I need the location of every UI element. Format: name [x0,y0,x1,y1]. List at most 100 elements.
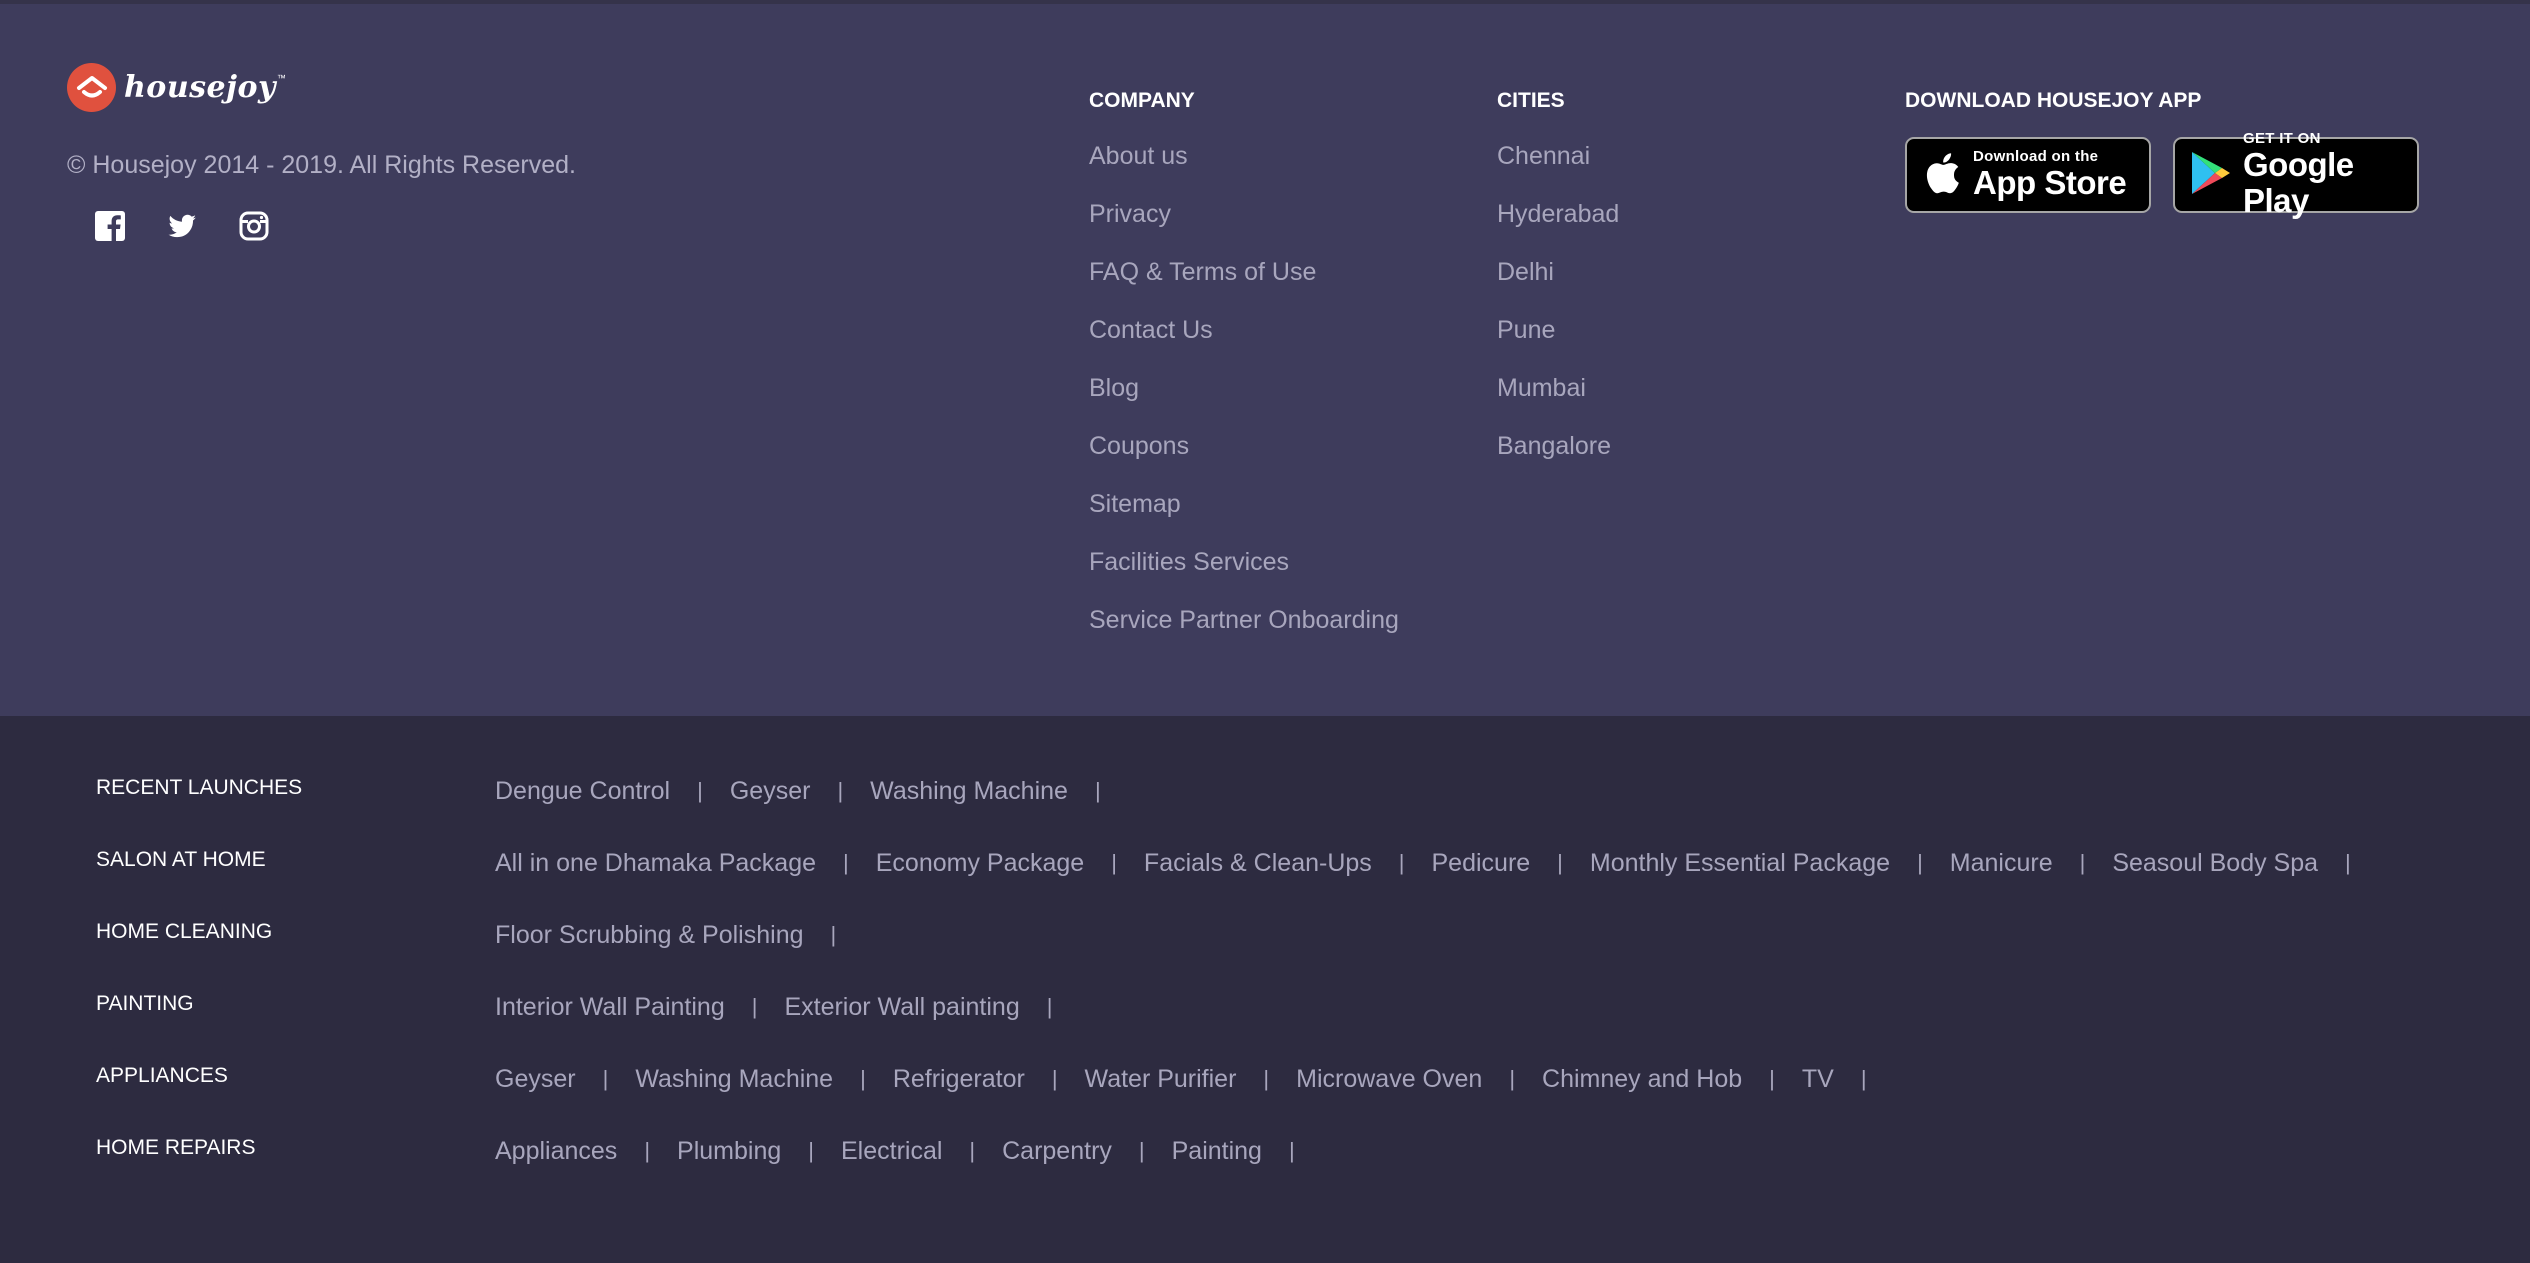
company-link-facilities-services[interactable]: Facilities Services [1089,547,1399,605]
service-link-chimney-and-hob[interactable]: Chimney and Hob [1542,1064,1742,1094]
twitter-icon[interactable] [166,210,198,242]
service-link-electrical[interactable]: Electrical [841,1136,942,1166]
separator: | [1051,1066,1058,1091]
company-heading: COMPANY [1089,89,1195,112]
separator: | [602,1066,609,1091]
company-link-coupons[interactable]: Coupons [1089,431,1399,489]
company-link-about-us[interactable]: About us [1089,141,1399,199]
brand-logo[interactable]: housejoy ™ [67,63,286,112]
service-link-economy-package[interactable]: Economy Package [876,848,1084,878]
category-links: Floor Scrubbing & Polishing | [495,920,863,950]
service-link-geyser[interactable]: Geyser [730,776,811,806]
google-play-icon [2189,150,2231,201]
separator: | [697,778,703,803]
service-link-facials-and-clean-ups[interactable]: Facials & Clean-Ups [1144,848,1372,878]
company-link-blog[interactable]: Blog [1089,373,1399,431]
separator: | [808,1138,814,1163]
trademark: ™ [276,72,286,83]
company-links: About us Privacy FAQ & Terms of Use Cont… [1089,141,1399,663]
category-links: Geyser | Washing Machine | Refrigerator | Wate… [495,1064,1894,1094]
separator: | [1263,1066,1270,1091]
service-link-painting[interactable]: Painting [1172,1136,1262,1166]
google-play-label: GET IT ON Google Play [2243,131,2417,219]
service-link-dengue-control[interactable]: Dengue Control [495,776,670,806]
separator: | [751,994,758,1019]
city-link-pune[interactable]: Pune [1497,315,1619,373]
service-link-monthly-essential-package[interactable]: Monthly Essential Package [1590,848,1890,878]
service-link-plumbing[interactable]: Plumbing [677,1136,781,1166]
service-link-all-in-one-dhamaka-package[interactable]: All in one Dhamaka Package [495,848,816,878]
separator: | [1557,850,1563,875]
category-links: Appliances | Plumbing | Electrical | Carpentry… [495,1136,1322,1166]
service-link-seasoul-body-spa[interactable]: Seasoul Body Spa [2112,848,2318,878]
app-download-heading: DOWNLOAD HOUSEJOY APP [1905,89,2202,112]
service-link-refrigerator[interactable]: Refrigerator [893,1064,1025,1094]
separator: | [1769,1066,1775,1091]
housejoy-logo-icon [67,63,116,112]
city-link-chennai[interactable]: Chennai [1497,141,1619,199]
city-link-delhi[interactable]: Delhi [1497,257,1619,315]
service-link-microwave-oven[interactable]: Microwave Oven [1296,1064,1482,1094]
service-link-interior-wall-painting[interactable]: Interior Wall Painting [495,992,725,1022]
category-links: All in one Dhamaka Package | Economy Packa… [495,848,2378,878]
footer-categories [0,716,2530,1263]
separator: | [837,778,844,803]
separator: | [1111,850,1117,875]
app-download-column: DOWNLOAD HOUSEJOY APP Download on the Ap… [1905,88,2419,219]
service-link-floor-scrubbing-and-polishing[interactable]: Floor Scrubbing & Polishing [495,920,804,950]
company-link-sitemap[interactable]: Sitemap [1089,489,1399,547]
service-link-pedicure[interactable]: Pedicure [1432,848,1531,878]
facebook-icon[interactable] [94,210,126,242]
app-store-small-text: Download on the [1973,148,2099,165]
cities-links: Chennai Hyderabad Delhi Pune Mumbai Bang… [1497,141,1619,489]
separator: | [644,1138,651,1163]
service-link-tv[interactable]: TV [1802,1064,1834,1094]
company-link-contact-us[interactable]: Contact Us [1089,315,1399,373]
apple-icon [1921,149,1961,202]
category-heading-painting[interactable]: PAINTING [96,992,194,1016]
service-link-exterior-wall-painting[interactable]: Exterior Wall painting [784,992,1019,1022]
separator: | [1094,778,1101,803]
company-link-service-partner-onboarding[interactable]: Service Partner Onboarding [1089,605,1399,663]
separator: | [830,922,837,947]
category-heading-home-cleaning[interactable]: HOME CLEANING [96,920,272,944]
category-links: Interior Wall Painting | Exterior Wall pai… [495,992,1079,1022]
google-play-big-text: Google Play [2243,146,2354,219]
category-heading-home-repairs[interactable]: HOME REPAIRS [96,1136,255,1160]
city-link-bangalore[interactable]: Bangalore [1497,431,1619,489]
app-store-label: Download on the App Store [1973,148,2127,201]
category-heading-salon-at-home[interactable]: SALON AT HOME [96,848,266,872]
separator: | [1288,1138,1295,1163]
separator: | [860,1066,866,1091]
google-play-button[interactable]: GET IT ON Google Play [2173,131,2419,219]
service-link-carpentry[interactable]: Carpentry [1002,1136,1112,1166]
separator: | [969,1138,976,1163]
separator: | [1509,1066,1516,1091]
cities-heading: CITIES [1497,89,1565,112]
service-link-washing-machine[interactable]: Washing Machine [635,1064,833,1094]
service-link-manicure[interactable]: Manicure [1950,848,2053,878]
service-link-water-purifier[interactable]: Water Purifier [1085,1064,1237,1094]
separator: | [1046,994,1053,1019]
separator: | [1138,1138,1145,1163]
separator: | [2345,850,2351,875]
category-heading-appliances[interactable]: APPLIANCES [96,1064,228,1088]
company-link-privacy[interactable]: Privacy [1089,199,1399,257]
separator: | [1917,850,1923,875]
company-column: COMPANY About us Privacy FAQ & Terms of … [1089,88,1399,663]
category-heading-recent-launches[interactable]: RECENT LAUNCHES [96,776,302,800]
service-link-appliances[interactable]: Appliances [495,1136,617,1166]
separator: | [2079,850,2086,875]
service-link-geyser[interactable]: Geyser [495,1064,576,1094]
city-link-mumbai[interactable]: Mumbai [1497,373,1619,431]
city-link-hyderabad[interactable]: Hyderabad [1497,199,1619,257]
service-link-washing-machine[interactable]: Washing Machine [870,776,1068,806]
google-play-small-text: GET IT ON [2243,130,2321,147]
app-store-button[interactable]: Download on the App Store [1905,137,2151,213]
cities-column: CITIES Chennai Hyderabad Delhi Pune Mumb… [1497,88,1619,489]
company-link-faq-terms[interactable]: FAQ & Terms of Use [1089,257,1399,315]
separator: | [1860,1066,1867,1091]
copyright-text: © Housejoy 2014 - 2019. All Rights Reser… [67,151,576,179]
app-store-big-text: App Store [1973,164,2127,201]
instagram-icon[interactable] [238,210,270,242]
